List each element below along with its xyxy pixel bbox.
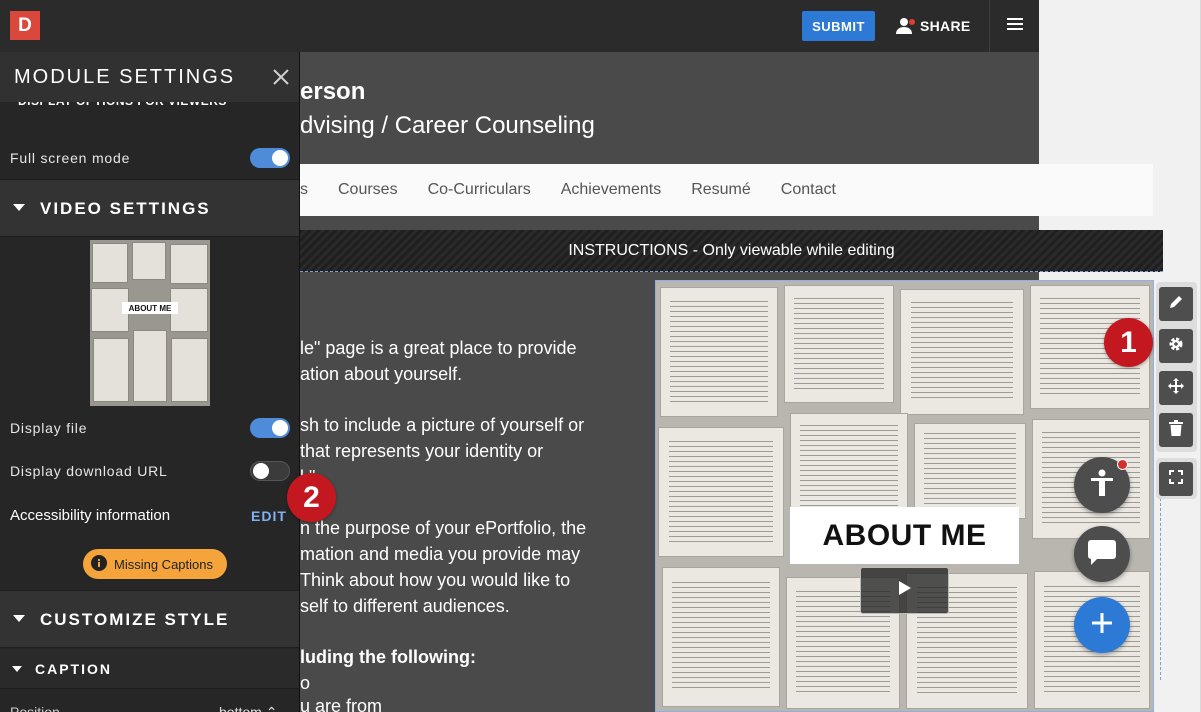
edit-accessibility-link[interactable]: EDIT [251,508,287,524]
book-page-image [662,567,780,707]
instructions-banner: INSTRUCTIONS - Only viewable while editi… [300,230,1163,272]
thumbnail-page [92,243,128,283]
display-download-url-toggle[interactable] [250,461,290,481]
expand-icon [1169,469,1183,489]
thumbnail-page [132,242,166,280]
move-arrows-icon [1167,377,1185,400]
thumbnail-page [133,330,167,402]
info-icon [91,554,107,574]
body-text-line: le" page is a great place to provide [300,338,577,358]
chat-bubble-icon [1087,538,1117,571]
thumbnail-page [171,338,208,402]
chat-button[interactable] [1074,526,1130,582]
pencil-icon [1168,294,1184,315]
body-text-line: ation about yourself. [300,364,463,384]
nav-item-co-curriculars[interactable]: Co-Curriculars [428,181,531,199]
nav-item-courses[interactable]: Courses [338,181,398,199]
caption-position-label: Position [10,704,60,712]
close-icon [272,69,290,90]
display-download-url-label: Display download URL [10,463,168,479]
customize-style-label: CUSTOMIZE STYLE [40,610,230,629]
app-logo[interactable]: D [10,11,40,40]
body-text-line: u are from [300,696,383,712]
book-page-image [914,423,1026,519]
close-panel-button[interactable] [272,68,290,91]
accessibility-person-icon [1087,468,1117,503]
module-settings-button[interactable] [1159,329,1193,363]
portfolio-subtitle: dvising / Career Counseling [300,112,595,139]
missing-captions-label: Missing Captions [114,556,213,572]
video-settings-label: VIDEO SETTINGS [40,199,211,218]
accessibility-information-label: Accessibility information [10,507,171,524]
submit-button[interactable]: SUBMIT [802,11,875,41]
add-module-button[interactable] [1074,597,1130,653]
person-icon [896,17,915,35]
nav-item-resume[interactable]: Resumé [691,181,751,199]
nav-item-achievements[interactable]: Achievements [561,181,662,199]
display-file-toggle[interactable] [250,418,290,438]
video-thumbnail [90,240,210,406]
video-play-button[interactable] [860,567,949,614]
body-text-heading: luding the following: [300,647,476,667]
gear-icon [1168,336,1184,357]
chevron-down-icon [13,615,25,622]
caption-position-select[interactable]: bottom ⌃ [219,704,277,712]
toggle-knob [272,150,288,166]
panel-title: MODULE SETTINGS [14,66,236,88]
move-module-button[interactable] [1159,371,1193,405]
full-screen-mode-toggle[interactable] [250,148,290,168]
full-screen-mode-label: Full screen mode [10,150,131,166]
toggle-knob [272,420,288,436]
portfolio-owner-name: erson [300,78,366,105]
video-title-overlay: ABOUT ME [790,507,1019,564]
callout-marker-1: 1 [1104,318,1153,367]
body-text-line: n the purpose of your ePortfolio, the [300,518,587,538]
video-settings-section-header[interactable]: VIDEO SETTINGS [0,179,299,237]
body-text-line: Think about how you would like to [300,570,571,590]
body-text-line: that represents your identity or [300,441,544,461]
top-bar: D SUBMIT SHARE [0,0,1039,52]
share-button[interactable]: SHARE [896,14,971,38]
play-icon [898,580,912,601]
edit-module-button[interactable] [1159,287,1193,321]
display-file-label: Display file [10,420,88,436]
customize-style-section-header[interactable]: CUSTOMIZE STYLE [0,590,299,648]
plus-icon [1091,612,1113,639]
portfolio-nav: s Courses Co-Curriculars Achievements Re… [300,164,1153,216]
missing-captions-badge[interactable]: Missing Captions [83,549,227,579]
hamburger-icon [1006,17,1023,35]
chevron-down-icon [12,666,22,672]
hamburger-menu-button[interactable] [989,0,1039,52]
book-page-image [658,427,784,557]
caption-label: CAPTION [35,661,112,677]
book-page-image [784,285,894,403]
body-text-line: self to different audiences. [300,596,510,616]
caption-subsection-header[interactable]: CAPTION [0,649,299,689]
nav-item-partial[interactable]: s [300,181,308,199]
fullscreen-module-button[interactable] [1159,462,1193,496]
book-page-image [660,287,778,417]
accessibility-notification-dot [1117,459,1128,470]
trash-icon [1169,419,1183,441]
book-page-image [900,289,1024,415]
share-label: SHARE [920,18,971,34]
module-boundary-line [1160,498,1161,680]
delete-module-button[interactable] [1159,413,1193,447]
thumbnail-page [170,244,208,284]
module-settings-panel: DISPLAY OPTIONS FOR VIEWERS MODULE SETTI… [0,52,300,712]
share-notification-dot [909,19,915,25]
callout-marker-2: 2 [287,473,336,522]
toggle-knob [253,463,269,479]
thumbnail-title: ABOUT ME [122,302,178,314]
panel-header: MODULE SETTINGS [0,52,299,102]
chevron-down-icon [13,204,25,211]
thumbnail-page [93,338,129,402]
body-text-line: mation and media you provide may [300,544,581,564]
nav-item-contact[interactable]: Contact [781,181,836,199]
body-text-line: sh to include a picture of yourself or [300,415,585,435]
